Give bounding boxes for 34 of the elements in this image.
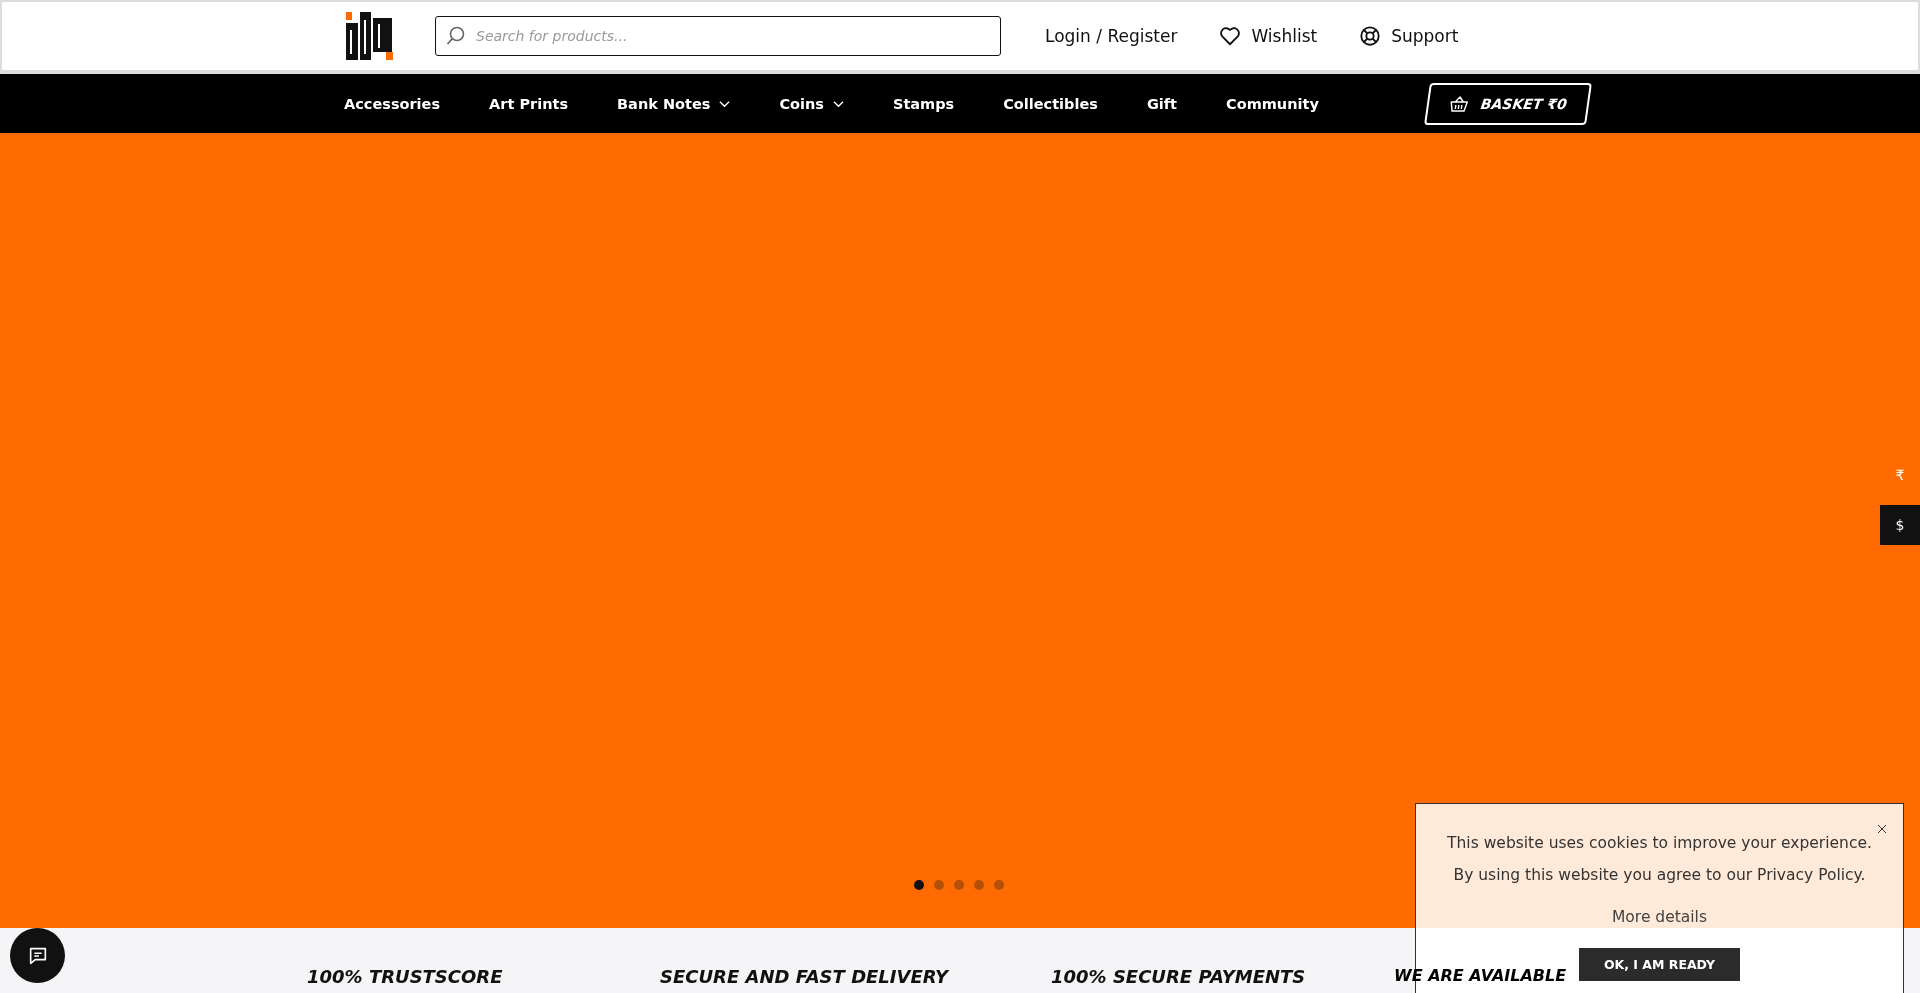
slide-dot[interactable] xyxy=(974,880,984,890)
cookie-message: By using this website you agree to our Privacy Policy. xyxy=(1453,866,1866,884)
nav-link[interactable]: Coins xyxy=(779,95,844,112)
chevron-down-icon xyxy=(719,99,731,108)
slide-dot[interactable] xyxy=(914,880,924,890)
accept-button[interactable]: OK, I AM READY xyxy=(1579,948,1740,981)
chat-button[interactable] xyxy=(10,928,65,983)
basket-button[interactable]: BASKET ₹0 xyxy=(1423,82,1592,125)
slide-dot[interactable] xyxy=(994,880,1004,890)
logo-icon[interactable] xyxy=(346,12,394,60)
nav-link[interactable]: Art Prints xyxy=(489,95,569,112)
close-icon[interactable] xyxy=(1875,822,1889,836)
feature-title: 100% TRUSTSCORE xyxy=(307,966,504,987)
header-link[interactable]: Wishlist xyxy=(1219,25,1318,47)
currency-option[interactable]: $ xyxy=(1880,505,1920,545)
nav-link[interactable]: Gift xyxy=(1146,95,1178,112)
feature-title: 100% SECURE PAYMENTS xyxy=(1051,966,1307,987)
header-link[interactable]: Login / Register xyxy=(1045,25,1178,47)
search-field[interactable]: Search for products... xyxy=(435,16,1001,56)
search-icon xyxy=(446,26,466,46)
nav-link[interactable]: Collectibles xyxy=(1003,95,1098,112)
nav-link[interactable]: Bank Notes xyxy=(617,95,731,112)
more-details-link[interactable]: More details xyxy=(1612,908,1707,926)
nav-link[interactable]: Community xyxy=(1226,95,1319,112)
cookie-message: This website uses cookies to improve your experience. xyxy=(1447,834,1872,852)
chevron-down-icon xyxy=(832,99,844,108)
slide-dot[interactable] xyxy=(954,880,964,890)
slide-dot[interactable] xyxy=(934,880,944,890)
nav-link[interactable]: Accessories xyxy=(344,95,441,112)
heart-icon xyxy=(1219,25,1242,47)
feature-title: SECURE AND FAST DELIVERY xyxy=(660,966,951,987)
lifebuoy-icon xyxy=(1359,25,1382,47)
nav-link[interactable]: Stamps xyxy=(892,95,955,112)
header-link[interactable]: Support xyxy=(1359,25,1459,47)
